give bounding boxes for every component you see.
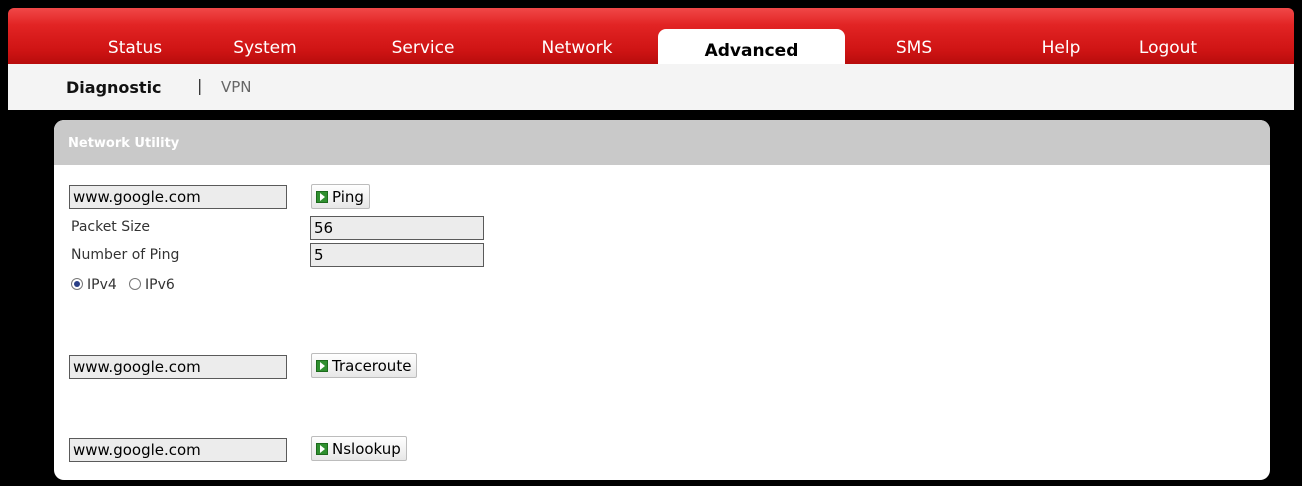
ipv4-radio[interactable] <box>71 278 83 290</box>
traceroute-button[interactable]: Traceroute <box>311 353 418 378</box>
ipv4-label: IPv4 <box>87 277 117 293</box>
panel-title: Network Utility <box>68 136 180 151</box>
subnav-diagnostic[interactable]: Diagnostic <box>66 78 162 97</box>
top-nav-bar: Status System Service Network Advanced S… <box>8 8 1294 72</box>
subnav-vpn[interactable]: VPN <box>221 78 252 96</box>
packet-size-label: Packet Size <box>71 219 150 235</box>
traceroute-button-label: Traceroute <box>332 356 412 375</box>
ping-button-label: Ping <box>332 187 364 206</box>
packet-size-input[interactable] <box>310 216 484 240</box>
ipv6-radio[interactable] <box>129 278 141 290</box>
nslookup-button[interactable]: Nslookup <box>311 436 407 461</box>
play-icon <box>316 190 328 203</box>
number-of-ping-label: Number of Ping <box>71 247 180 263</box>
sub-nav: Diagnostic | VPN <box>8 64 1294 110</box>
ping-button[interactable]: Ping <box>311 184 370 209</box>
ipv6-label: IPv6 <box>145 277 175 293</box>
nslookup-host-input[interactable] <box>69 438 287 462</box>
network-utility-panel: Network Utility Ping Packet Size Number … <box>54 120 1270 480</box>
number-of-ping-input[interactable] <box>310 243 484 267</box>
nslookup-button-label: Nslookup <box>332 439 401 458</box>
ping-host-input[interactable] <box>69 185 287 209</box>
traceroute-host-input[interactable] <box>69 355 287 379</box>
panel-header: Network Utility <box>54 120 1270 165</box>
play-icon <box>316 442 328 455</box>
play-icon <box>316 359 328 372</box>
subnav-separator: | <box>197 76 203 95</box>
